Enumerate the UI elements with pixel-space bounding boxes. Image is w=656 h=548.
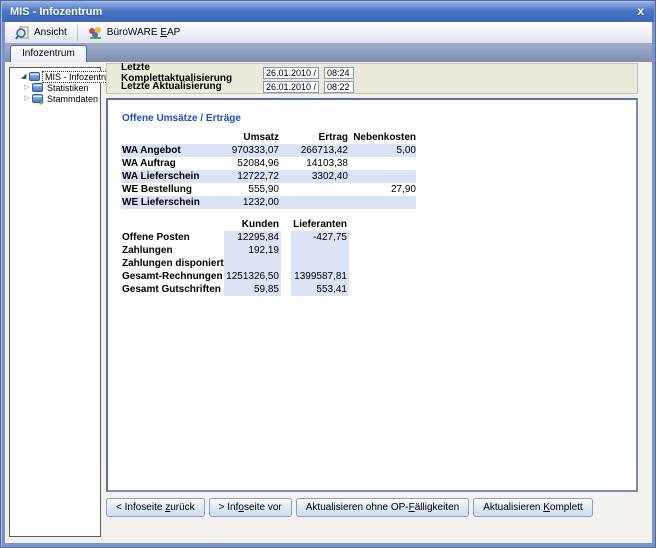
table-header-row: Kunden Lieferanten <box>121 218 417 231</box>
table-row: Offene Posten 12295,84 -427,75 <box>121 231 417 244</box>
table-row: WA Auftrag 52084,96 14103,38 <box>121 157 416 170</box>
aktualisieren-komplett-button[interactable]: Aktualisieren Komplett <box>473 498 593 517</box>
last-update-date-field[interactable] <box>263 81 319 93</box>
tree-item-stammdaten[interactable]: ▷ Stammdaten <box>10 93 100 104</box>
table-row: WE Bestellung 555,90 27,90 <box>121 183 416 196</box>
content-area: ◢ MIS - Infozentrum ▷ Statistiken ▷ Stam… <box>5 62 652 543</box>
table-row: Zahlungen 192,19 <box>121 244 417 257</box>
footer-button-bar: < Infoseite zurück > Infoseite vor Aktua… <box>106 498 593 517</box>
toolbar-separator <box>77 25 78 41</box>
last-update-time-field[interactable] <box>324 81 354 93</box>
buroware-label-pre: BüroWARE <box>107 27 161 38</box>
tree-item-label: Statistiken <box>45 83 91 93</box>
accounts-table: Kunden Lieferanten Offene Posten 12295,8… <box>121 218 417 296</box>
column-header-kunden: Kunden <box>224 218 281 231</box>
column-header-ertrag: Ertrag <box>279 131 348 144</box>
column-header-lieferanten: Lieferanten <box>291 218 349 231</box>
last-full-update-date-field[interactable] <box>263 67 319 79</box>
table-header-row: Umsatz Ertrag Nebenkosten <box>121 131 416 144</box>
update-info-panel: Letzte Komplettaktualisierung Letzte Akt… <box>106 63 638 94</box>
table-row: WA Lieferschein 12722,72 3302,40 <box>121 170 416 183</box>
table-row: Gesamt-Rechnungen 1251326,50 1399587,81 <box>121 270 417 283</box>
expanded-arrow-icon[interactable]: ◢ <box>21 73 29 81</box>
buroware-icon <box>88 26 103 40</box>
tree-item-statistiken[interactable]: ▷ Statistiken <box>10 82 100 93</box>
buroware-eap-button[interactable]: BüroWARE EAP <box>81 24 188 42</box>
report-panel: Offene Umsätze / Erträge Umsatz Ertrag N… <box>106 98 638 492</box>
buroware-label-post: AP <box>167 27 180 38</box>
magnifier-icon <box>15 26 30 40</box>
column-header-umsatz: Umsatz <box>209 131 279 144</box>
tab-infozentrum[interactable]: Infozentrum <box>10 45 87 62</box>
table-row: WE Lieferschein 1232,00 <box>121 196 416 209</box>
table-row: Zahlungen disponiert <box>121 257 417 270</box>
buroware-label-key: E <box>160 27 167 38</box>
table-row: WA Angebot 970333,07 266713,42 5,00 <box>121 144 416 157</box>
tree-item-label: Stammdaten <box>45 94 100 104</box>
open-sales-table: Umsatz Ertrag Nebenkosten WA Angebot 970… <box>121 131 416 209</box>
last-update-row: Letzte Aktualisierung <box>121 80 629 93</box>
ansicht-label: Ansicht <box>34 27 67 38</box>
window-title: MIS - Infozentrum <box>10 6 102 18</box>
collapsed-arrow-icon[interactable]: ▷ <box>24 84 32 92</box>
report-title: Offene Umsätze / Erträge <box>122 113 241 124</box>
infocenter-node-icon <box>29 72 40 81</box>
close-button[interactable]: x <box>637 2 644 22</box>
column-header-nebenkosten: Nebenkosten <box>348 131 416 144</box>
last-full-update-row: Letzte Komplettaktualisierung <box>121 66 629 79</box>
ansicht-button[interactable]: Ansicht <box>8 24 74 42</box>
navigation-tree: ◢ MIS - Infozentrum ▷ Statistiken ▷ Stam… <box>9 67 101 537</box>
stammdaten-node-icon <box>32 94 43 103</box>
title-bar[interactable]: MIS - Infozentrum x <box>2 2 654 22</box>
tree-item-mis-infozentrum[interactable]: ◢ MIS - Infozentrum <box>10 71 100 82</box>
infoseite-vor-button[interactable]: > Infoseite vor <box>209 498 292 517</box>
collapsed-arrow-icon[interactable]: ▷ <box>24 95 32 103</box>
app-window: MIS - Infozentrum x Ansicht <box>0 0 656 548</box>
statistiken-node-icon <box>32 83 43 92</box>
table-row: Gesamt Gutschriften 59,85 553,41 <box>121 283 417 296</box>
last-update-label: Letzte Aktualisierung <box>121 81 263 92</box>
last-full-update-time-field[interactable] <box>324 67 354 79</box>
tab-strip: Infozentrum <box>5 44 652 62</box>
toolbar: Ansicht BüroWARE EAP <box>5 22 652 44</box>
infoseite-zurueck-button[interactable]: < Infoseite zurück <box>106 498 205 517</box>
aktualisieren-ohne-op-button[interactable]: Aktualisieren ohne OP-Fälligkeiten <box>296 498 469 517</box>
